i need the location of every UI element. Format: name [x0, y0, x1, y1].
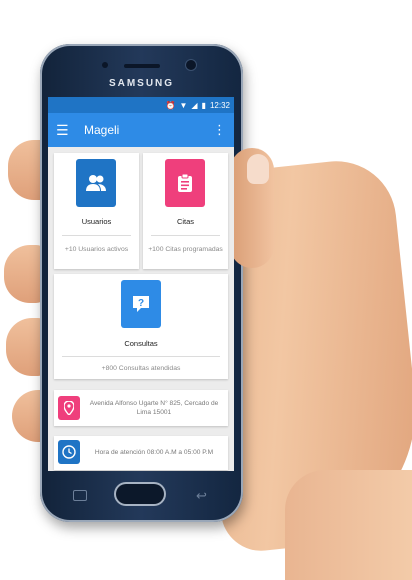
tile-subtitle: +100 Citas programadas [148, 246, 223, 253]
clock-icon [58, 440, 80, 464]
hamburger-menu-icon[interactable]: ☰ [56, 122, 76, 139]
tile-subtitle: +10 Usuarios activos [64, 246, 129, 253]
tile-label: Citas [176, 217, 195, 226]
proximity-sensor [102, 62, 108, 68]
hand-wrist [285, 470, 412, 580]
back-key-icon[interactable]: ↩ [196, 488, 207, 504]
divider [62, 356, 220, 357]
thumb-nail [247, 154, 269, 184]
signal-icon: ◢ [191, 100, 198, 110]
svg-text:?: ? [138, 298, 144, 309]
device-brand: SAMSUNG [108, 78, 175, 89]
tile-usuarios[interactable]: Usuarios +10 Usuarios activos [54, 153, 139, 269]
app-title: Mageli [84, 123, 120, 137]
wifi-icon: ▼ [179, 100, 188, 110]
clipboard-icon [165, 159, 205, 207]
hours-text: Hora de atención 08:00 A.M a 05:00 P.M [94, 449, 214, 456]
users-icon [76, 159, 116, 207]
address-text: Avenida Alfonso Ugarte N° 825, Cercado d… [89, 400, 219, 416]
tile-label: Consultas [124, 339, 158, 348]
location-pin-icon [58, 396, 80, 420]
battery-icon: ▮ [201, 100, 206, 110]
app-screen: ⏰ ▼ ◢ ▮ 12:32 ☰ Mageli ⋮ Usuarios +10 Us… [48, 97, 234, 471]
earpiece-speaker [124, 64, 160, 68]
status-time: 12:32 [209, 100, 230, 110]
app-bar: ☰ Mageli ⋮ [48, 113, 234, 147]
recent-apps-key[interactable] [73, 490, 87, 501]
divider [151, 235, 220, 236]
tile-citas[interactable]: Citas +100 Citas programadas [143, 153, 228, 269]
more-vert-icon[interactable]: ⋮ [213, 122, 226, 138]
status-bar: ⏰ ▼ ◢ ▮ 12:32 [48, 97, 234, 113]
hours-row[interactable]: Hora de atención 08:00 A.M a 05:00 P.M [54, 436, 228, 470]
tile-subtitle: +800 Consultas atendidas [101, 365, 181, 372]
alarm-icon: ⏰ [165, 100, 176, 110]
home-button[interactable] [116, 484, 164, 504]
divider [62, 235, 131, 236]
front-camera [186, 60, 196, 70]
tile-consultas[interactable]: ? Consultas +800 Consultas atendidas [54, 274, 228, 379]
tile-label: Usuarios [81, 217, 112, 226]
address-row[interactable]: Avenida Alfonso Ugarte N° 825, Cercado d… [54, 390, 228, 426]
question-chat-icon: ? [121, 280, 161, 328]
